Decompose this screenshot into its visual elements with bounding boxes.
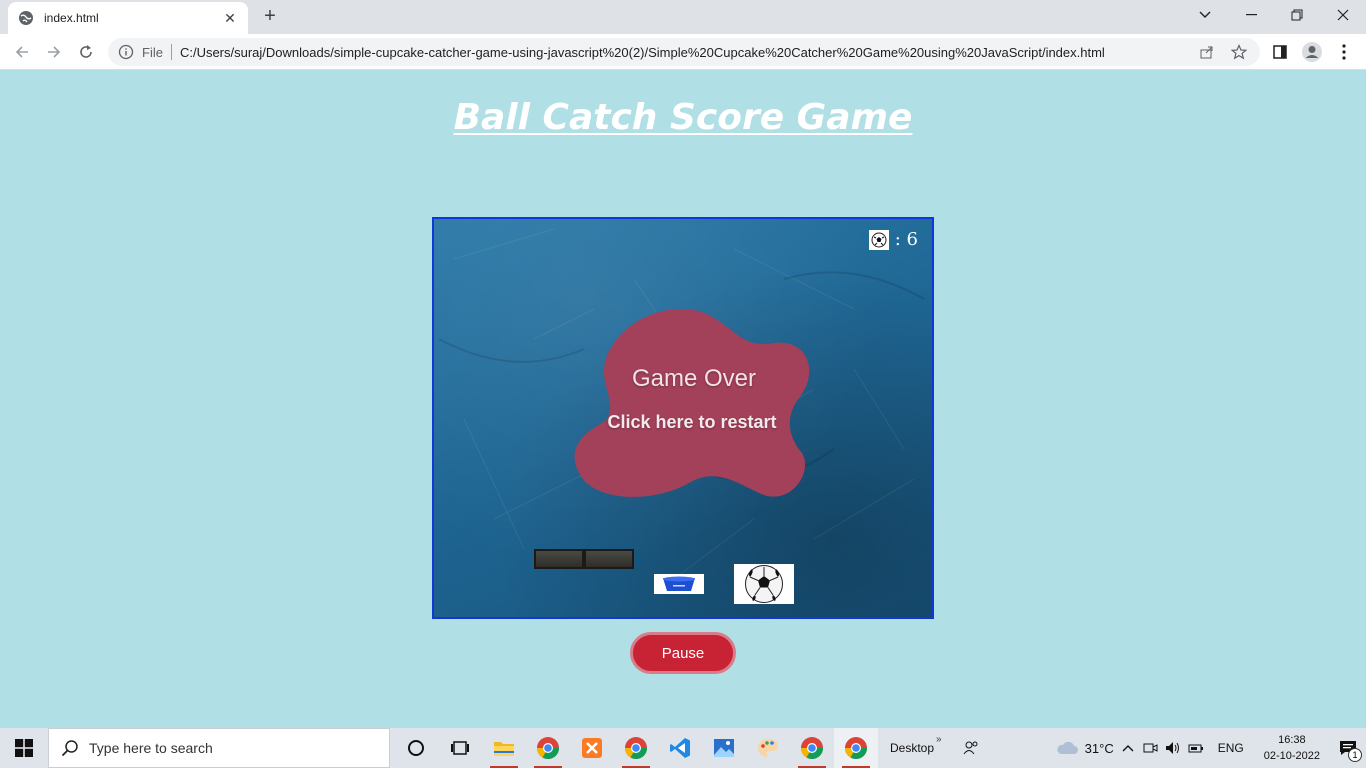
new-tab-button[interactable]: + [258,4,282,28]
file-explorer-icon[interactable] [482,728,526,768]
menu-kebab-icon[interactable] [1330,38,1358,66]
temperature[interactable]: 31°C [1085,741,1114,756]
tab-search-icon[interactable] [1182,0,1228,30]
tab-title: index.html [44,11,99,25]
page-title: Ball Catch Score Game [453,97,913,138]
restart-link[interactable]: Click here to restart [572,412,812,433]
xampp-icon[interactable] [570,728,614,768]
profile-avatar-icon[interactable] [1298,38,1326,66]
soccer-ball-icon [868,229,889,250]
restore-icon[interactable] [1274,0,1320,30]
browser-tab-strip: index.html ✕ + [0,0,1366,34]
falling-ball [734,564,794,604]
game-over-title: Game Over [631,365,757,392]
score-display: : 6 [868,229,918,250]
share-icon[interactable] [1196,42,1218,62]
search-icon [61,740,78,757]
people-icon[interactable] [956,728,986,768]
reload-icon[interactable] [72,38,100,66]
action-center-icon[interactable]: 1 [1330,728,1366,768]
close-window-icon[interactable] [1320,0,1366,30]
close-tab-icon[interactable]: ✕ [222,10,238,27]
catcher-paddle[interactable] [534,549,634,569]
game-over-splat [574,308,810,497]
minimize-icon[interactable] [1228,0,1274,30]
language-indicator[interactable]: ENG [1218,741,1244,755]
clock[interactable]: 16:38 02-10-2022 [1264,732,1320,764]
soccer-ball-icon [745,565,783,603]
clock-time: 16:38 [1278,734,1306,746]
address-bar[interactable]: File C:/Users/suraj/Downloads/simple-cup… [108,38,1260,66]
task-view-icon[interactable] [438,728,482,768]
search-placeholder: Type here to search [89,740,213,756]
cortana-icon[interactable] [394,728,438,768]
chrome-profile-icon[interactable] [614,728,658,768]
basket-icon [654,574,704,594]
windows-start-icon[interactable] [0,728,48,768]
system-tray: 31°C ENG 16:38 02-10-2022 1 [1055,728,1366,768]
chevron-up-icon[interactable] [1122,744,1134,752]
browser-tab[interactable]: index.html ✕ [8,2,248,34]
photos-icon[interactable] [702,728,746,768]
taskbar-search[interactable]: Type here to search [48,728,390,768]
notification-count-badge: 1 [1348,748,1362,762]
windows-taskbar: Type here to search Desktop » 31°C ENG 1… [0,728,1366,768]
meet-now-icon[interactable] [1142,740,1158,756]
volume-icon[interactable] [1164,740,1182,756]
chrome-profile-icon[interactable] [526,728,570,768]
desktop-toolbar-label[interactable]: Desktop [890,741,934,755]
forward-icon[interactable] [40,38,68,66]
pause-button[interactable]: Pause [630,632,736,674]
paddle-brick [534,549,584,569]
chrome-icon[interactable] [834,728,878,768]
chrome-profile-icon[interactable] [790,728,834,768]
browser-toolbar: File C:/Users/suraj/Downloads/simple-cup… [0,34,1366,70]
chevron-double-right-icon[interactable]: » [936,734,942,745]
back-icon[interactable] [8,38,36,66]
window-controls [1182,0,1366,30]
info-icon[interactable] [118,44,134,60]
game-canvas[interactable]: : 6 Game Over Click here to restart [432,217,934,619]
paddle-brick [584,549,634,569]
cloud-weather-icon[interactable] [1055,740,1079,756]
clock-date: 02-10-2022 [1263,750,1320,762]
globe-icon [19,11,33,25]
scheme-label: File [142,44,163,60]
vscode-icon[interactable] [658,728,702,768]
network-icon[interactable] [1188,740,1206,756]
score-value: : 6 [894,229,918,250]
url-text[interactable]: C:/Users/suraj/Downloads/simple-cupcake-… [180,45,1186,60]
side-panel-icon[interactable] [1266,38,1294,66]
omnibox-divider [170,44,172,60]
bookmark-star-icon[interactable] [1228,42,1250,62]
paint-icon[interactable] [746,728,790,768]
